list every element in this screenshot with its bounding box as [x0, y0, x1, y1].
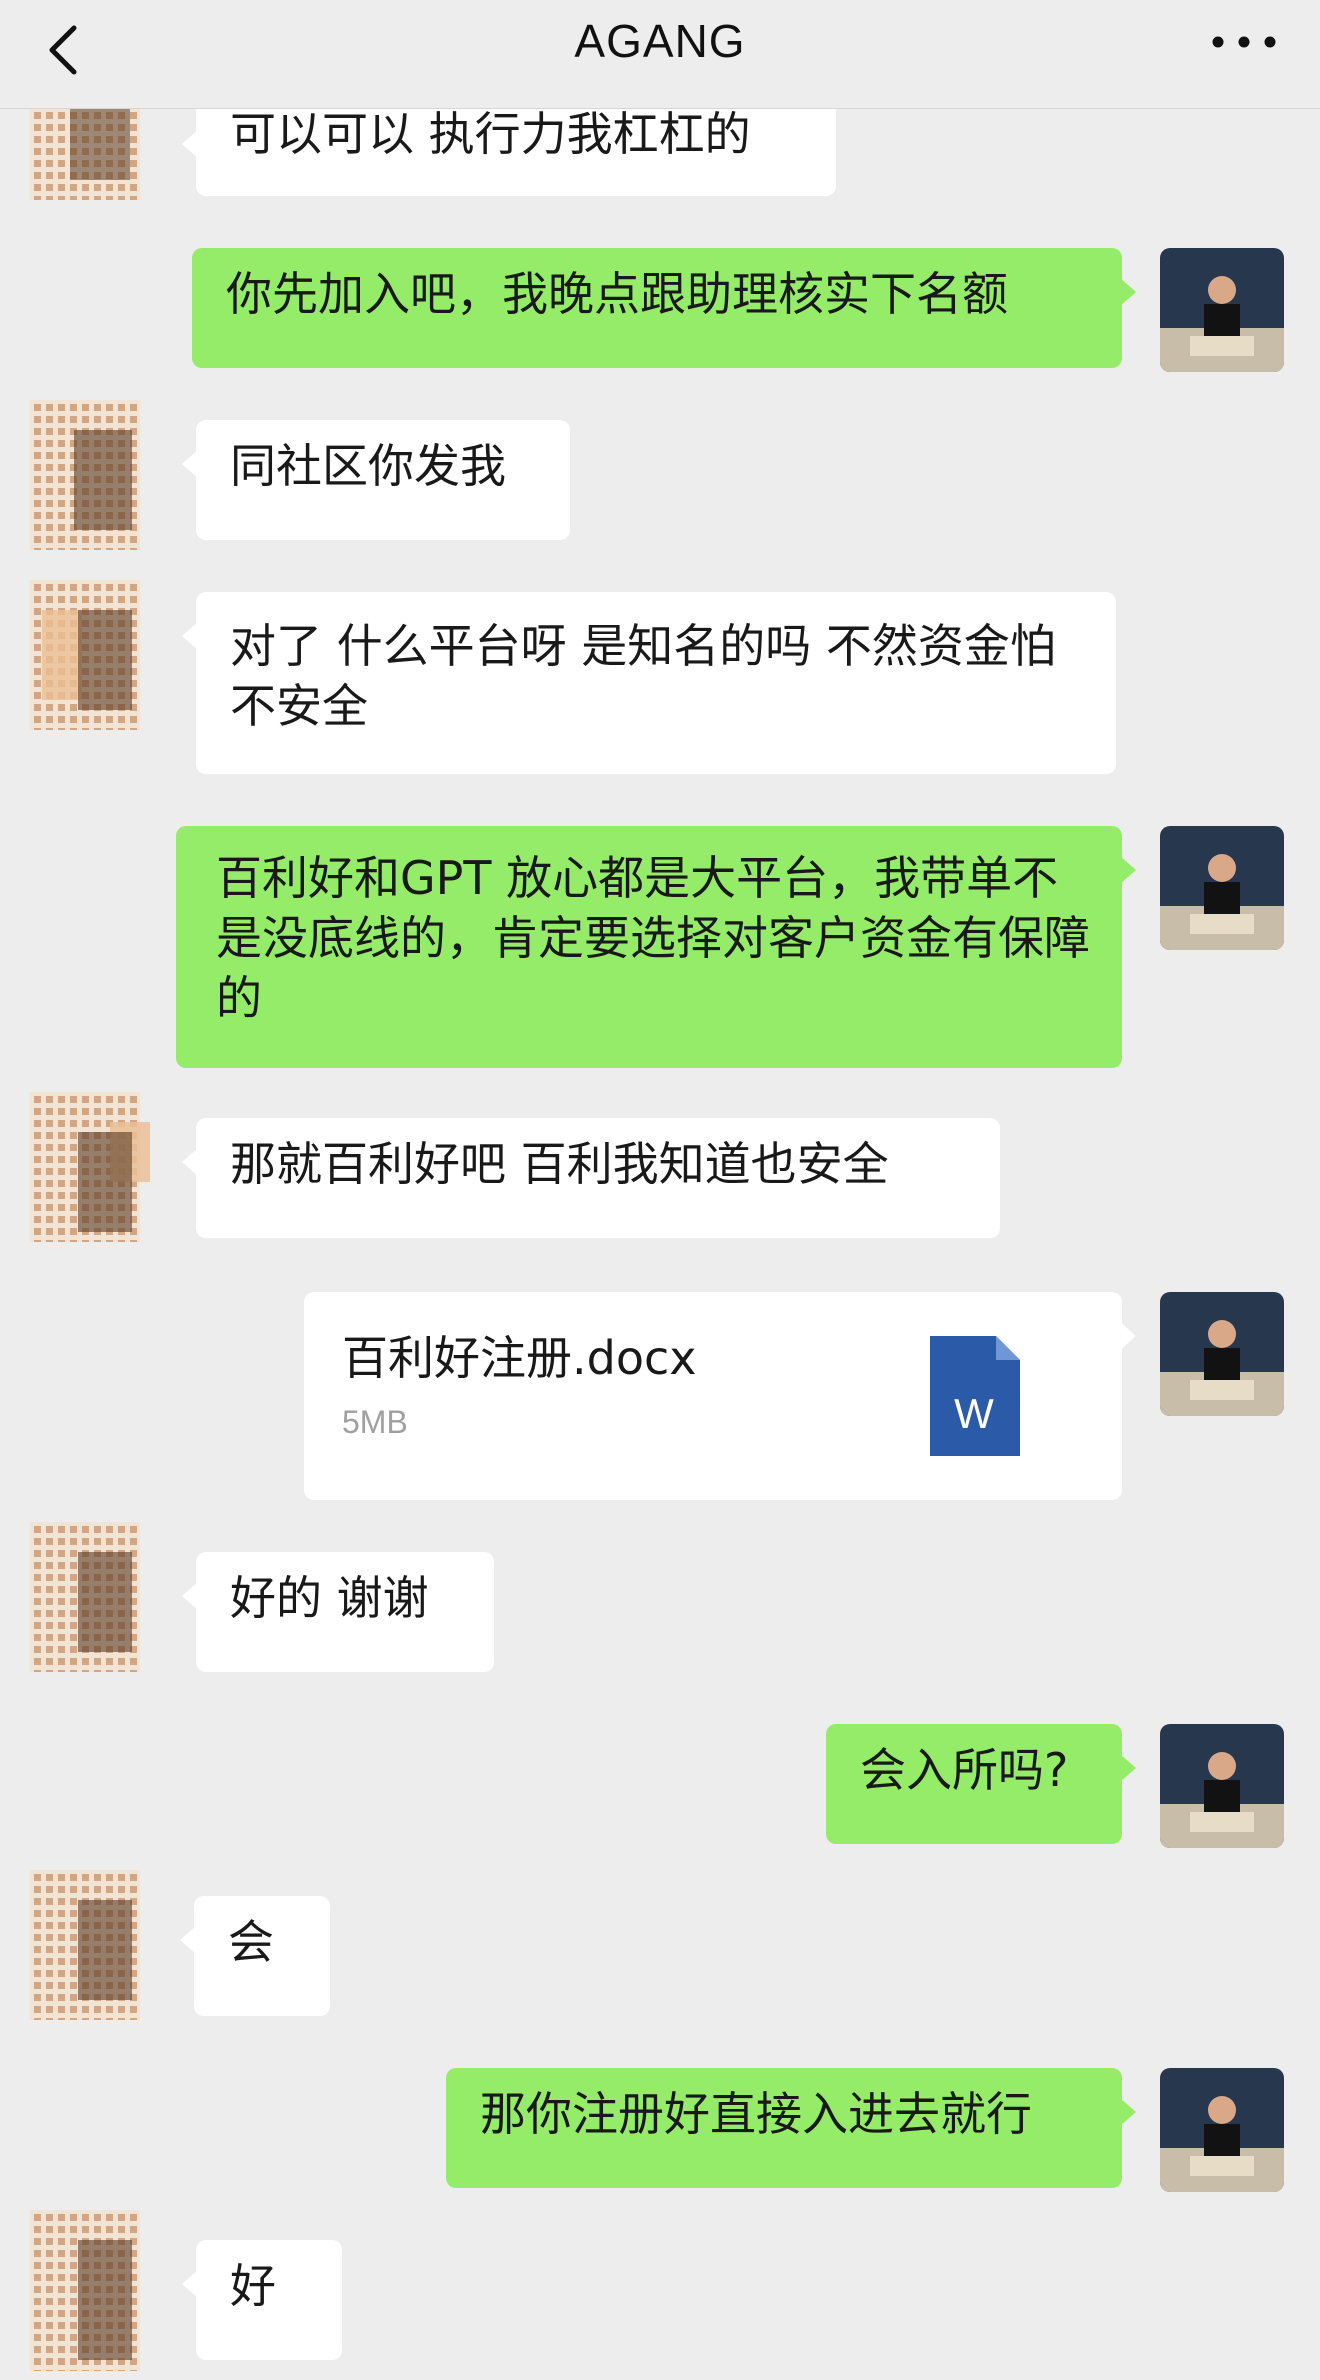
avatar[interactable] [1160, 2068, 1284, 2192]
message-text: 好的 谢谢 [230, 1571, 429, 1625]
message-bubble[interactable]: 那你注册好直接入进去就行 [446, 2068, 1136, 2188]
message-bubble[interactable]: 对了 什么平台呀 是知名的吗 不然资金怕不安全 [182, 592, 1116, 774]
file-name: 百利好注册.docx [342, 1331, 697, 1385]
avatar[interactable] [1160, 248, 1284, 372]
message-text: 会 [228, 1915, 274, 1969]
chat-title: AGANG [574, 15, 746, 67]
message-text: 那就百利好吧 百利我知道也安全 [230, 1137, 889, 1191]
chat-header: AGANG [0, 0, 1320, 109]
message-bubble[interactable]: 你先加入吧，我晚点跟助理核实下名额 [192, 248, 1136, 368]
avatar[interactable] [20, 1860, 160, 2040]
avatar[interactable] [1160, 1724, 1284, 1848]
message-bubble[interactable]: 好的 谢谢 [182, 1552, 494, 1672]
avatar[interactable] [20, 570, 160, 750]
ellipsis-icon[interactable] [1208, 30, 1280, 54]
file-size: 5MB [342, 1404, 408, 1440]
message-text: 可以可以 执行力我杠杠的 [230, 107, 751, 161]
avatar[interactable] [20, 1082, 160, 1262]
word-doc-letter: W [954, 1390, 994, 1437]
message-bubble[interactable]: 百利好和GPT 放心都是大平台，我带单不是没底线的，肯定要选择对客户资金有保障的 [176, 826, 1136, 1068]
file-attachment-card[interactable]: 百利好注册.docx 5MB W [304, 1292, 1136, 1500]
avatar[interactable] [20, 2200, 160, 2380]
avatar[interactable] [20, 390, 160, 570]
message-text: 好 [230, 2259, 276, 2313]
message-text: 那你注册好直接入进去就行 [480, 2087, 1032, 2141]
word-doc-icon: W [930, 1336, 1020, 1456]
chat-area[interactable]: 可以可以 执行力我杠杠的 你先加入吧，我晚点跟助理核实下名额 同社区你发我 对了 [0, 0, 1320, 2371]
message-text: 百利好和GPT 放心都是大平台，我带单不是没底线的，肯定要选择对客户资金有保障的 [216, 851, 1090, 1025]
message-bubble[interactable]: 可以可以 执行力我杠杠的 [182, 100, 836, 196]
message-text: 同社区你发我 [230, 439, 506, 493]
message-text: 对了 什么平台呀 是知名的吗 不然资金怕不安全 [230, 619, 1056, 733]
message-bubble[interactable]: 会入所吗? [826, 1724, 1136, 1844]
avatar[interactable] [1160, 826, 1284, 950]
message-bubble[interactable]: 那就百利好吧 百利我知道也安全 [182, 1118, 1000, 1238]
avatar[interactable] [1160, 1292, 1284, 1416]
message-bubble[interactable]: 会 [180, 1896, 330, 2016]
avatar[interactable] [20, 1512, 160, 1692]
message-bubble[interactable]: 同社区你发我 [182, 420, 570, 540]
message-bubble[interactable]: 好 [182, 2240, 342, 2360]
message-text: 会入所吗? [860, 1743, 1069, 1797]
message-text: 你先加入吧，我晚点跟助理核实下名额 [226, 267, 1008, 321]
